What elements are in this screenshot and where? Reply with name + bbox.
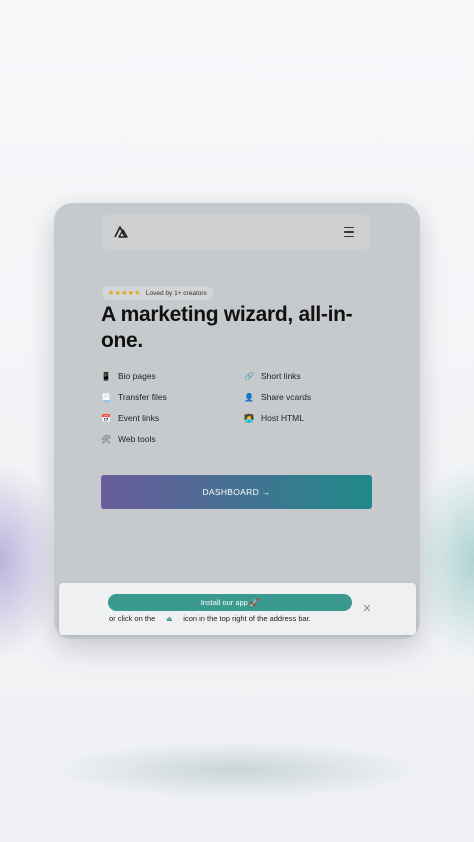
feature-label: Web tools bbox=[118, 434, 156, 444]
tools-icon: 🛠 bbox=[101, 434, 112, 444]
feature-label: Share vcards bbox=[261, 392, 312, 402]
feature-label: Host HTML bbox=[261, 413, 304, 423]
feature-label: Transfer files bbox=[118, 392, 167, 402]
install-app-button[interactable]: Install our app 🚀 bbox=[108, 594, 352, 611]
mobile-phone-icon: 📱 bbox=[101, 371, 111, 381]
top-navbar bbox=[102, 215, 370, 249]
feature-item-bio-pages: 📱 Bio pages bbox=[101, 369, 244, 383]
feature-item-transfer-files: 📃 Transfer files bbox=[101, 390, 244, 404]
feature-label: Event links bbox=[118, 413, 160, 423]
badge-text: Loved by 1+ creators bbox=[145, 289, 207, 297]
feature-item-share-vcards: 👤 Share vcards bbox=[244, 390, 387, 404]
install-share-icon: ⏏ bbox=[165, 615, 173, 623]
feature-item-short-links: 🔗 Short links bbox=[244, 369, 387, 383]
social-proof-badge: ★★★★★ Loved by 1+ creators bbox=[102, 286, 213, 300]
install-note-before: or click on the bbox=[109, 614, 156, 623]
install-note-after: icon in the top right of the address bar… bbox=[183, 614, 311, 623]
hero-headline: A marketing wizard, all-in-one. bbox=[101, 303, 353, 352]
feature-item-event-links: 📅 Event links bbox=[101, 411, 244, 425]
technologist-icon: 👩‍💻 bbox=[244, 413, 254, 423]
hamburger-menu-icon[interactable] bbox=[340, 223, 358, 241]
feature-item-web-tools: 🛠 Web tools bbox=[101, 432, 244, 446]
feature-label: Short links bbox=[261, 371, 301, 381]
feature-list: 📱 Bio pages 🔗 Short links 📃 Transfer fil… bbox=[101, 369, 391, 446]
document-icon: 📃 bbox=[101, 392, 111, 402]
install-app-banner: Install our app 🚀 or click on the ⏏ icon… bbox=[59, 583, 416, 635]
feature-label: Bio pages bbox=[118, 371, 156, 381]
app-preview-card: ★★★★★ Loved by 1+ creators A marketing w… bbox=[54, 203, 420, 639]
feature-item-host-html: 👩‍💻 Host HTML bbox=[244, 411, 387, 425]
calendar-icon: 📅 bbox=[101, 413, 111, 423]
logo-mark-icon[interactable] bbox=[112, 223, 130, 241]
dashboard-button[interactable]: DASHBOARD → bbox=[101, 475, 372, 509]
rating-stars-icon: ★★★★★ bbox=[108, 290, 141, 297]
link-icon: 🔗 bbox=[244, 371, 254, 381]
install-instructions: or click on the ⏏ icon in the top right … bbox=[109, 614, 311, 623]
close-icon[interactable]: ✕ bbox=[361, 603, 373, 615]
person-icon: 👤 bbox=[244, 392, 254, 402]
